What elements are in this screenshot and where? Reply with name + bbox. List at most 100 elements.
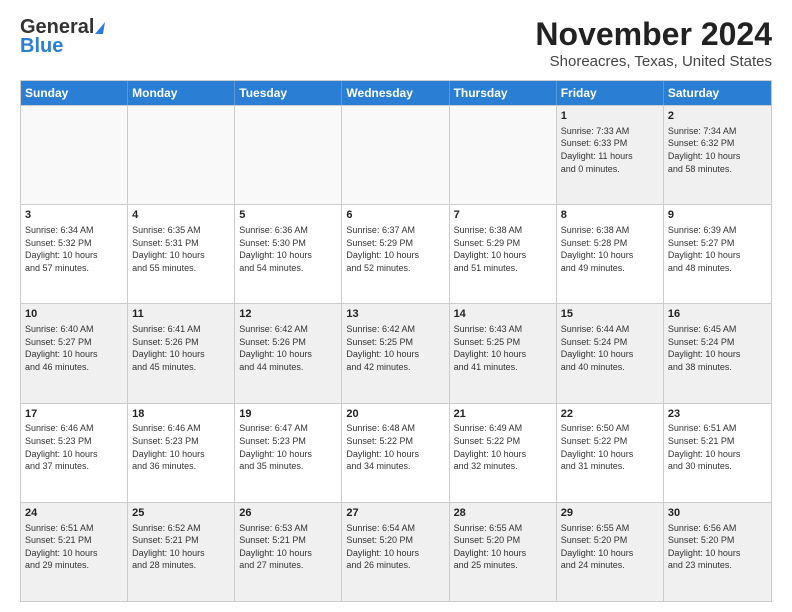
day-number: 21	[454, 407, 552, 422]
cal-cell-2-1: 3Sunrise: 6:34 AM Sunset: 5:32 PM Daylig…	[21, 205, 128, 303]
cal-cell-2-2: 4Sunrise: 6:35 AM Sunset: 5:31 PM Daylig…	[128, 205, 235, 303]
cal-cell-5-7: 30Sunrise: 6:56 AM Sunset: 5:20 PM Dayli…	[664, 503, 771, 601]
day-number: 28	[454, 506, 552, 521]
day-info: Sunrise: 6:53 AM Sunset: 5:21 PM Dayligh…	[239, 522, 337, 572]
header-cell-sunday: Sunday	[21, 81, 128, 105]
day-number: 10	[25, 307, 123, 322]
header-cell-saturday: Saturday	[664, 81, 771, 105]
day-number: 3	[25, 208, 123, 223]
day-info: Sunrise: 6:41 AM Sunset: 5:26 PM Dayligh…	[132, 323, 230, 373]
day-info: Sunrise: 6:42 AM Sunset: 5:26 PM Dayligh…	[239, 323, 337, 373]
cal-cell-3-7: 16Sunrise: 6:45 AM Sunset: 5:24 PM Dayli…	[664, 304, 771, 402]
day-info: Sunrise: 6:35 AM Sunset: 5:31 PM Dayligh…	[132, 224, 230, 274]
day-info: Sunrise: 6:46 AM Sunset: 5:23 PM Dayligh…	[132, 422, 230, 472]
cal-cell-3-1: 10Sunrise: 6:40 AM Sunset: 5:27 PM Dayli…	[21, 304, 128, 402]
header-cell-friday: Friday	[557, 81, 664, 105]
day-number: 20	[346, 407, 444, 422]
cal-cell-1-1	[21, 106, 128, 204]
day-number: 27	[346, 506, 444, 521]
day-number: 23	[668, 407, 767, 422]
calendar-week-4: 17Sunrise: 6:46 AM Sunset: 5:23 PM Dayli…	[21, 403, 771, 502]
month-title: November 2024	[535, 16, 772, 53]
day-info: Sunrise: 6:36 AM Sunset: 5:30 PM Dayligh…	[239, 224, 337, 274]
header: General Blue November 2024 Shoreacres, T…	[20, 16, 772, 70]
header-cell-tuesday: Tuesday	[235, 81, 342, 105]
cal-cell-5-2: 25Sunrise: 6:52 AM Sunset: 5:21 PM Dayli…	[128, 503, 235, 601]
calendar-body: 1Sunrise: 7:33 AM Sunset: 6:33 PM Daylig…	[21, 105, 771, 601]
cal-cell-2-7: 9Sunrise: 6:39 AM Sunset: 5:27 PM Daylig…	[664, 205, 771, 303]
day-number: 5	[239, 208, 337, 223]
day-number: 8	[561, 208, 659, 223]
day-info: Sunrise: 6:49 AM Sunset: 5:22 PM Dayligh…	[454, 422, 552, 472]
day-info: Sunrise: 6:48 AM Sunset: 5:22 PM Dayligh…	[346, 422, 444, 472]
cal-cell-3-4: 13Sunrise: 6:42 AM Sunset: 5:25 PM Dayli…	[342, 304, 449, 402]
logo-arrow-icon	[95, 22, 105, 34]
cal-cell-1-7: 2Sunrise: 7:34 AM Sunset: 6:32 PM Daylig…	[664, 106, 771, 204]
day-number: 11	[132, 307, 230, 322]
day-number: 1	[561, 109, 659, 124]
cal-cell-1-4	[342, 106, 449, 204]
cal-cell-2-3: 5Sunrise: 6:36 AM Sunset: 5:30 PM Daylig…	[235, 205, 342, 303]
day-number: 26	[239, 506, 337, 521]
day-info: Sunrise: 6:55 AM Sunset: 5:20 PM Dayligh…	[454, 522, 552, 572]
day-number: 16	[668, 307, 767, 322]
cal-cell-1-2	[128, 106, 235, 204]
day-info: Sunrise: 7:33 AM Sunset: 6:33 PM Dayligh…	[561, 125, 659, 175]
page: General Blue November 2024 Shoreacres, T…	[0, 0, 792, 612]
day-number: 7	[454, 208, 552, 223]
calendar: SundayMondayTuesdayWednesdayThursdayFrid…	[20, 80, 772, 602]
cal-cell-3-6: 15Sunrise: 6:44 AM Sunset: 5:24 PM Dayli…	[557, 304, 664, 402]
day-info: Sunrise: 6:56 AM Sunset: 5:20 PM Dayligh…	[668, 522, 767, 572]
day-info: Sunrise: 6:34 AM Sunset: 5:32 PM Dayligh…	[25, 224, 123, 274]
cal-cell-3-3: 12Sunrise: 6:42 AM Sunset: 5:26 PM Dayli…	[235, 304, 342, 402]
cal-cell-3-2: 11Sunrise: 6:41 AM Sunset: 5:26 PM Dayli…	[128, 304, 235, 402]
day-info: Sunrise: 6:42 AM Sunset: 5:25 PM Dayligh…	[346, 323, 444, 373]
day-info: Sunrise: 6:45 AM Sunset: 5:24 PM Dayligh…	[668, 323, 767, 373]
day-number: 2	[668, 109, 767, 124]
title-block: November 2024 Shoreacres, Texas, United …	[535, 16, 772, 70]
day-number: 18	[132, 407, 230, 422]
day-number: 30	[668, 506, 767, 521]
cal-cell-5-1: 24Sunrise: 6:51 AM Sunset: 5:21 PM Dayli…	[21, 503, 128, 601]
day-info: Sunrise: 6:51 AM Sunset: 5:21 PM Dayligh…	[668, 422, 767, 472]
day-info: Sunrise: 6:44 AM Sunset: 5:24 PM Dayligh…	[561, 323, 659, 373]
logo: General Blue	[20, 16, 104, 58]
day-info: Sunrise: 6:51 AM Sunset: 5:21 PM Dayligh…	[25, 522, 123, 572]
day-info: Sunrise: 6:54 AM Sunset: 5:20 PM Dayligh…	[346, 522, 444, 572]
day-number: 24	[25, 506, 123, 521]
day-number: 12	[239, 307, 337, 322]
day-number: 4	[132, 208, 230, 223]
calendar-week-5: 24Sunrise: 6:51 AM Sunset: 5:21 PM Dayli…	[21, 502, 771, 601]
day-number: 13	[346, 307, 444, 322]
cal-cell-4-2: 18Sunrise: 6:46 AM Sunset: 5:23 PM Dayli…	[128, 404, 235, 502]
location-subtitle: Shoreacres, Texas, United States	[535, 53, 772, 70]
day-info: Sunrise: 6:47 AM Sunset: 5:23 PM Dayligh…	[239, 422, 337, 472]
cal-cell-2-4: 6Sunrise: 6:37 AM Sunset: 5:29 PM Daylig…	[342, 205, 449, 303]
cal-cell-4-3: 19Sunrise: 6:47 AM Sunset: 5:23 PM Dayli…	[235, 404, 342, 502]
calendar-week-2: 3Sunrise: 6:34 AM Sunset: 5:32 PM Daylig…	[21, 204, 771, 303]
header-cell-thursday: Thursday	[450, 81, 557, 105]
day-info: Sunrise: 6:37 AM Sunset: 5:29 PM Dayligh…	[346, 224, 444, 274]
day-number: 15	[561, 307, 659, 322]
day-number: 22	[561, 407, 659, 422]
cal-cell-1-6: 1Sunrise: 7:33 AM Sunset: 6:33 PM Daylig…	[557, 106, 664, 204]
calendar-week-3: 10Sunrise: 6:40 AM Sunset: 5:27 PM Dayli…	[21, 303, 771, 402]
day-number: 14	[454, 307, 552, 322]
day-info: Sunrise: 6:39 AM Sunset: 5:27 PM Dayligh…	[668, 224, 767, 274]
day-info: Sunrise: 6:43 AM Sunset: 5:25 PM Dayligh…	[454, 323, 552, 373]
cal-cell-4-6: 22Sunrise: 6:50 AM Sunset: 5:22 PM Dayli…	[557, 404, 664, 502]
cal-cell-1-5	[450, 106, 557, 204]
cal-cell-5-5: 28Sunrise: 6:55 AM Sunset: 5:20 PM Dayli…	[450, 503, 557, 601]
day-number: 9	[668, 208, 767, 223]
cal-cell-1-3	[235, 106, 342, 204]
cal-cell-4-1: 17Sunrise: 6:46 AM Sunset: 5:23 PM Dayli…	[21, 404, 128, 502]
cal-cell-4-5: 21Sunrise: 6:49 AM Sunset: 5:22 PM Dayli…	[450, 404, 557, 502]
cal-cell-2-6: 8Sunrise: 6:38 AM Sunset: 5:28 PM Daylig…	[557, 205, 664, 303]
cal-cell-5-4: 27Sunrise: 6:54 AM Sunset: 5:20 PM Dayli…	[342, 503, 449, 601]
day-info: Sunrise: 6:40 AM Sunset: 5:27 PM Dayligh…	[25, 323, 123, 373]
day-number: 29	[561, 506, 659, 521]
cal-cell-5-3: 26Sunrise: 6:53 AM Sunset: 5:21 PM Dayli…	[235, 503, 342, 601]
cal-cell-3-5: 14Sunrise: 6:43 AM Sunset: 5:25 PM Dayli…	[450, 304, 557, 402]
header-cell-monday: Monday	[128, 81, 235, 105]
cal-cell-2-5: 7Sunrise: 6:38 AM Sunset: 5:29 PM Daylig…	[450, 205, 557, 303]
